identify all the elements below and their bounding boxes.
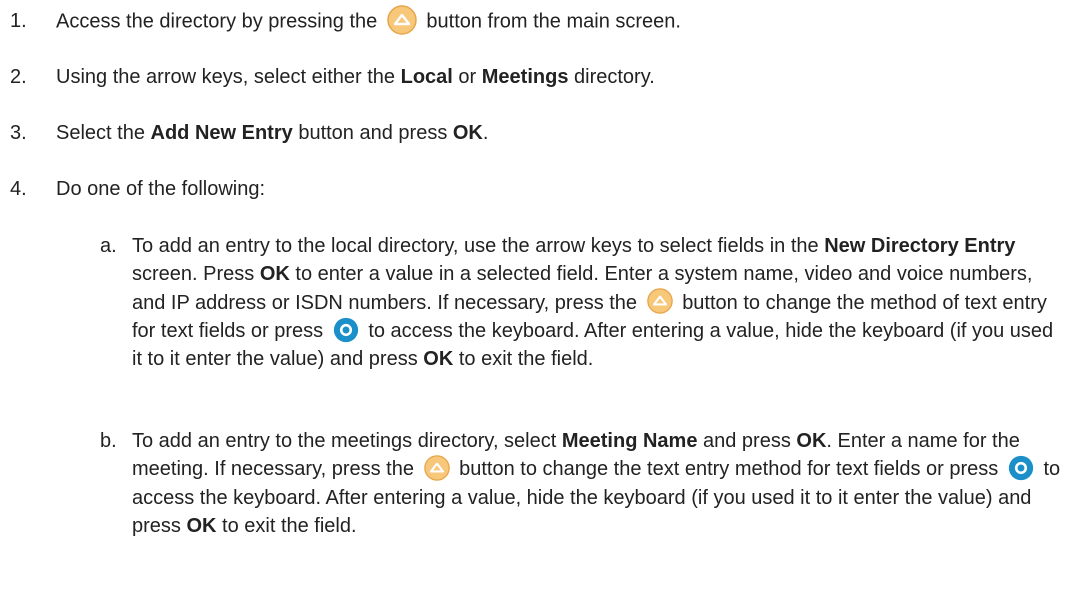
keyboard-button-icon bbox=[1008, 455, 1034, 481]
keyboard-button-icon bbox=[333, 317, 359, 343]
step-number: 1. bbox=[10, 10, 27, 32]
step-bold-term: Meetings bbox=[481, 66, 569, 88]
substep-text-part: to exit the field. bbox=[216, 514, 357, 537]
substep-letter: a. bbox=[100, 235, 117, 257]
step-text-part: button from the main screen. bbox=[426, 10, 681, 33]
up-arrow-button-icon bbox=[646, 288, 673, 315]
up-arrow-button-icon bbox=[423, 455, 450, 481]
step-text-part: . bbox=[482, 122, 489, 144]
step-text-part: Select the bbox=[56, 122, 151, 144]
step-text-part: or bbox=[452, 66, 482, 88]
substep-bold-term: OK bbox=[259, 263, 290, 286]
substep-b: b. To add an entry to the meetings direc… bbox=[100, 427, 1064, 540]
step-text-part: Access the directory by pressing the bbox=[56, 10, 378, 33]
step-3: 3. Select the Add New Entry button and p… bbox=[10, 119, 1066, 147]
step-4: 4. Do one of the following: bbox=[10, 175, 1066, 203]
substep-bold-term: OK bbox=[186, 514, 217, 537]
substep-a: a. To add an entry to the local director… bbox=[100, 232, 1064, 373]
step-2: 2. Using the arrow keys, select either t… bbox=[10, 63, 1066, 91]
step-number: 3. bbox=[10, 122, 27, 144]
step-text-part: directory. bbox=[568, 66, 655, 88]
substep-text: To add an entry to the local directory, … bbox=[132, 232, 1064, 373]
step-text: Using the arrow keys, select either the … bbox=[56, 63, 1066, 91]
up-arrow-button-icon bbox=[387, 5, 417, 35]
step-bold-term: Local bbox=[400, 66, 453, 88]
substep-letter: b. bbox=[100, 430, 117, 452]
step-text-part: button and press bbox=[292, 122, 453, 144]
substep-text-part: and press bbox=[697, 430, 797, 452]
step-number: 2. bbox=[10, 66, 27, 88]
substep-text-part: to exit the field. bbox=[453, 348, 594, 371]
substep-text: To add an entry to the meetings director… bbox=[132, 427, 1064, 540]
substep-bold-term: New Directory Entry bbox=[824, 235, 1016, 257]
step-text-part: Using the arrow keys, select either the bbox=[56, 66, 401, 88]
step-bold-term: OK bbox=[452, 122, 483, 144]
substep-bold-term: OK bbox=[796, 430, 827, 452]
step-text: Access the directory by pressing the but… bbox=[56, 5, 1066, 37]
step-number: 4. bbox=[10, 178, 27, 200]
step-bold-term: Add New Entry bbox=[150, 122, 293, 144]
step-1: 1. Access the directory by pressing the … bbox=[10, 5, 1066, 37]
substep-bold-term: OK bbox=[423, 348, 454, 371]
document-page: 1. Access the directory by pressing the … bbox=[0, 0, 1086, 595]
step-text: Select the Add New Entry button and pres… bbox=[56, 119, 1066, 147]
substep-bold-term: Meeting Name bbox=[561, 430, 698, 452]
substep-text-part: screen. Press bbox=[132, 263, 260, 286]
substep-text-part: To add an entry to the local directory, … bbox=[132, 235, 825, 257]
step-text: Do one of the following: bbox=[56, 178, 266, 200]
substep-text-part: button to change the text entry method f… bbox=[459, 458, 999, 481]
substep-text-part: To add an entry to the meetings director… bbox=[132, 430, 562, 452]
